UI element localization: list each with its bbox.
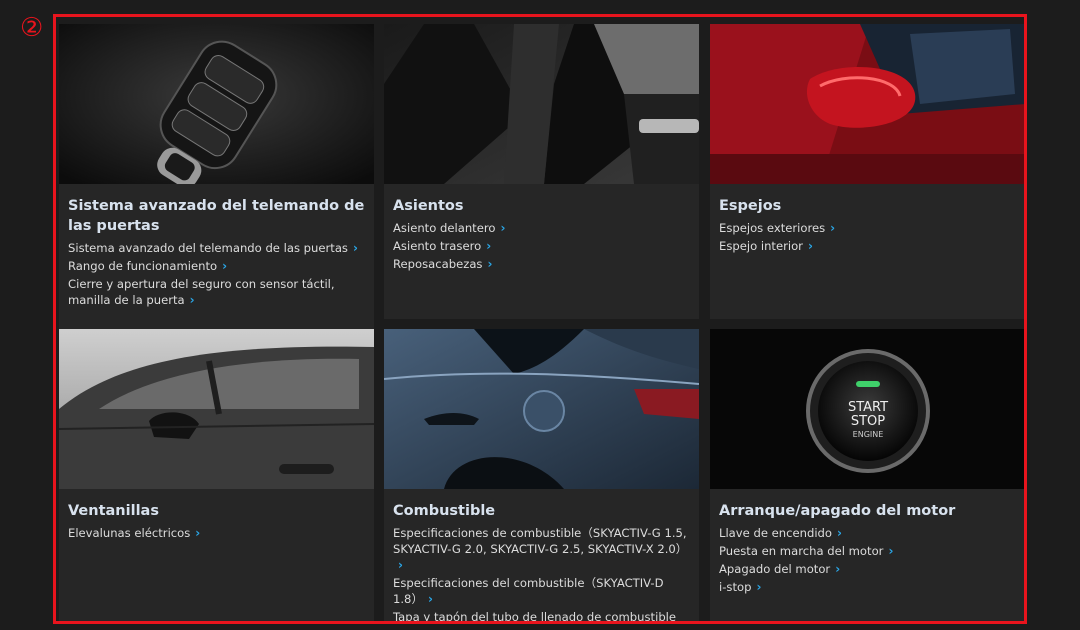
- card-title: Sistema avanzado del telemando de las pu…: [68, 198, 365, 234]
- stop-label: STOP: [851, 414, 885, 429]
- chevron-right-icon: ›: [486, 239, 492, 253]
- chevron-right-icon: ›: [428, 592, 433, 606]
- chevron-right-icon: ›: [189, 293, 195, 307]
- card-body: Sistema avanzado del telemando de las pu…: [68, 196, 366, 310]
- card-body: Arranque/apagado del motor Llave de ence…: [719, 501, 1017, 597]
- card-windows: Ventanillas Elevalunas eléctricos ›: [59, 329, 374, 621]
- card-title: Arranque/apagado del motor: [719, 503, 956, 519]
- chevron-right-icon: ›: [835, 562, 841, 576]
- link-engine-stop[interactable]: Apagado del motor ›: [719, 561, 1017, 577]
- card-seats: Asientos Asiento delantero › Asiento tras…: [384, 24, 699, 319]
- link-front-seat[interactable]: Asiento delantero ›: [393, 220, 691, 236]
- card-fuel: Combustible Especificaciones de combusti…: [384, 329, 699, 621]
- engine-label: ENGINE: [853, 430, 884, 439]
- highlight-frame: Sistema avanzado del telemando de las pu…: [53, 14, 1027, 624]
- topic-grid: Sistema avanzado del telemando de las pu…: [59, 24, 1024, 621]
- chevron-right-icon: ›: [500, 221, 506, 235]
- mirror-icon[interactable]: [710, 24, 1024, 184]
- link-fuel-spec-gasoline[interactable]: Especificaciones de combustible（SKYACTIV…: [393, 525, 691, 573]
- link-engine-start[interactable]: Puesta en marcha del motor ›: [719, 543, 1017, 559]
- card-body: Espejos Espejos exteriores › Espejo inter…: [719, 196, 1017, 256]
- card-title: Espejos: [719, 198, 782, 214]
- link-exterior-mirrors[interactable]: Espejos exteriores ›: [719, 220, 1017, 236]
- card-body: Combustible Especificaciones de combusti…: [393, 501, 691, 621]
- card-title: Ventanillas: [68, 503, 159, 519]
- link-operating-range[interactable]: Rango de funcionamiento ›: [68, 258, 366, 274]
- link-fuel-filler-lid[interactable]: Tapa y tapón del tubo de llenado de comb…: [393, 609, 691, 621]
- chevron-right-icon: ›: [837, 526, 842, 540]
- link-fuel-spec-diesel[interactable]: Especificaciones del combustible（SKYACTI…: [393, 575, 691, 607]
- link-touch-sensor-lock[interactable]: Cierre y apertura del seguro con sensor …: [68, 276, 366, 308]
- chevron-right-icon: ›: [807, 239, 813, 253]
- chevron-right-icon: ›: [888, 544, 894, 558]
- chevron-right-icon: ›: [756, 580, 762, 594]
- link-i-stop[interactable]: i-stop ›: [719, 579, 1017, 595]
- card-mirrors: Espejos Espejos exteriores › Espejo inter…: [710, 24, 1024, 319]
- chevron-right-icon: ›: [487, 257, 493, 271]
- start-label: START: [848, 400, 888, 415]
- chevron-right-icon: ›: [398, 558, 403, 572]
- card-title: Combustible: [393, 503, 496, 519]
- chevron-right-icon: ›: [195, 526, 201, 540]
- link-headrests[interactable]: Reposacabezas ›: [393, 256, 691, 272]
- window-icon[interactable]: [59, 329, 374, 489]
- card-keyless: Sistema avanzado del telemando de las pu…: [59, 24, 374, 329]
- fuel-door-icon[interactable]: [384, 329, 699, 489]
- link-interior-mirror[interactable]: Espejo interior ›: [719, 238, 1017, 254]
- seat-icon[interactable]: [384, 24, 699, 184]
- card-engine-start: START STOP ENGINE Arranque/apagado del m…: [710, 329, 1024, 621]
- card-body: Asientos Asiento delantero › Asiento tras…: [393, 196, 691, 274]
- chevron-right-icon: ›: [830, 221, 836, 235]
- start-stop-button-icon[interactable]: START STOP ENGINE: [710, 329, 1024, 489]
- chevron-right-icon: ›: [222, 259, 228, 273]
- link-ignition-key[interactable]: Llave de encendido ›: [719, 525, 1017, 541]
- card-title: Asientos: [393, 198, 464, 214]
- step-marker: ②: [20, 13, 44, 43]
- link-rear-seat[interactable]: Asiento trasero ›: [393, 238, 691, 254]
- card-body: Ventanillas Elevalunas eléctricos ›: [68, 501, 366, 543]
- key-fob-icon[interactable]: [59, 24, 374, 184]
- link-keyless-system[interactable]: Sistema avanzado del telemando de las pu…: [68, 240, 366, 256]
- chevron-right-icon: ›: [352, 241, 358, 255]
- link-power-windows[interactable]: Elevalunas eléctricos ›: [68, 525, 366, 541]
